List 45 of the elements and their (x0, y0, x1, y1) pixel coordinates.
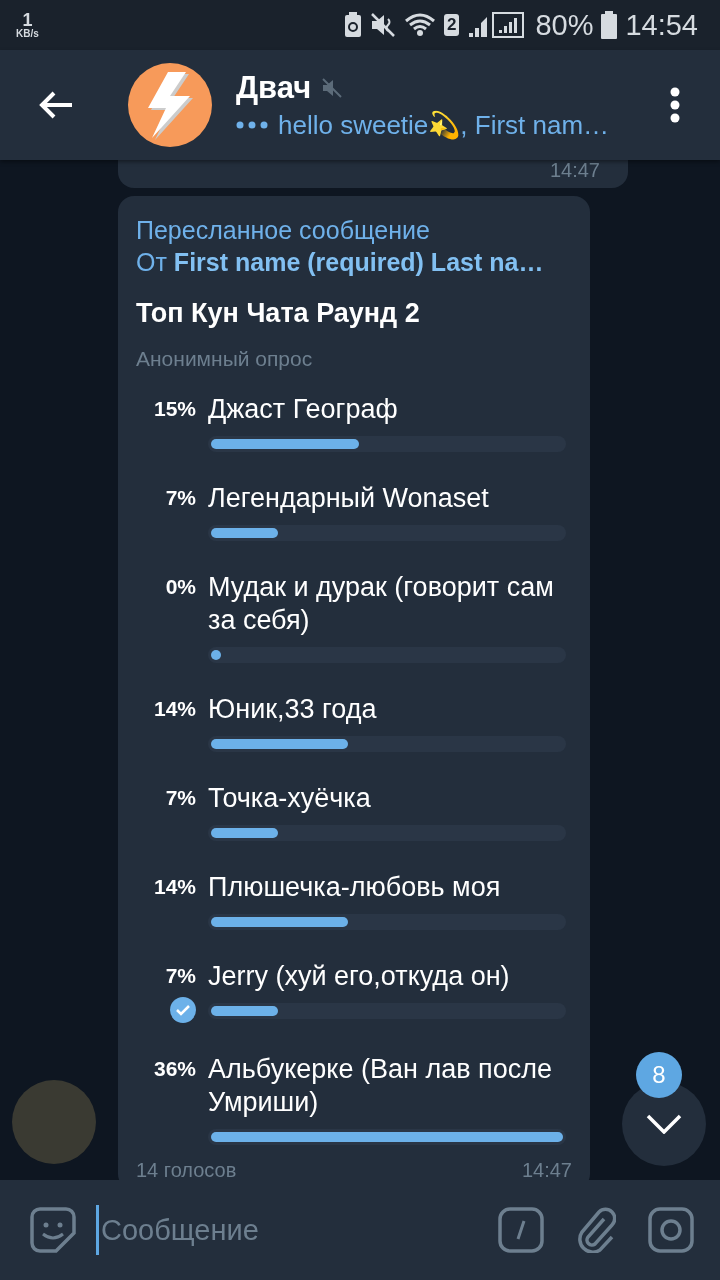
option-text: Альбукерке (Ван лав после Умриши) (208, 1053, 553, 1119)
sim-indicator: 2 (443, 14, 460, 36)
option-text: Легендарный Wonaset (208, 482, 490, 515)
unread-badge: 8 (636, 1052, 682, 1098)
option-percent: 7% (164, 485, 196, 510)
poll-question: Топ Кун Чата Раунд 2 (136, 298, 421, 329)
command-button[interactable] (498, 1207, 544, 1253)
speed-unit: KB/s (16, 29, 39, 39)
network-speed: 1 (22, 11, 33, 29)
camera-button[interactable] (648, 1207, 694, 1253)
poll-type: Анонимный опрос (136, 347, 314, 371)
option-percent: 15% (152, 396, 196, 421)
chat-title: Двач (236, 69, 312, 106)
typing-status: hello sweetie💫, First nam… (278, 109, 610, 141)
option-text: Jerry (хуй его,откуда он) (208, 960, 511, 993)
option-text: Точка-хуёчка (208, 782, 372, 815)
typing-icon (236, 121, 268, 129)
more-icon[interactable] (670, 87, 680, 123)
forwarded-label: Пересланное сообщение (136, 215, 431, 246)
clock: 14:54 (625, 8, 698, 42)
option-percent: 36% (152, 1056, 196, 1081)
forwarded-from: От First name (required) Last na… (136, 247, 545, 278)
message-time: 14:47 (521, 1159, 572, 1180)
chevron-down-icon[interactable] (646, 1114, 682, 1134)
option-text: Плюшечка-любовь моя (208, 871, 502, 904)
composer-bar[interactable]: Сообщение (0, 1180, 720, 1280)
mute-icon (369, 12, 396, 38)
option-percent: 7% (164, 785, 196, 810)
sticker-button[interactable] (30, 1207, 76, 1253)
option-percent: 14% (152, 696, 196, 721)
option-text: Джаст Географ (208, 393, 399, 426)
battery-percent: 80% (535, 8, 594, 42)
back-arrow-icon[interactable] (38, 90, 74, 120)
message-time: 14:47 (549, 160, 600, 182)
wifi-icon (403, 12, 436, 38)
battery-saver-icon (343, 12, 362, 38)
option-percent: 0% (164, 574, 196, 599)
option-percent: 14% (152, 874, 196, 899)
message-input[interactable]: Сообщение (96, 1205, 478, 1255)
option-text: Юник,33 года (208, 693, 378, 726)
vote-count: 14 голосов (136, 1159, 237, 1180)
battery-icon (601, 11, 618, 39)
option-percent: 7% (164, 963, 196, 988)
attach-button[interactable] (576, 1207, 616, 1253)
option-text: Мудак и дурак (говорит сам за себя) (208, 571, 555, 637)
